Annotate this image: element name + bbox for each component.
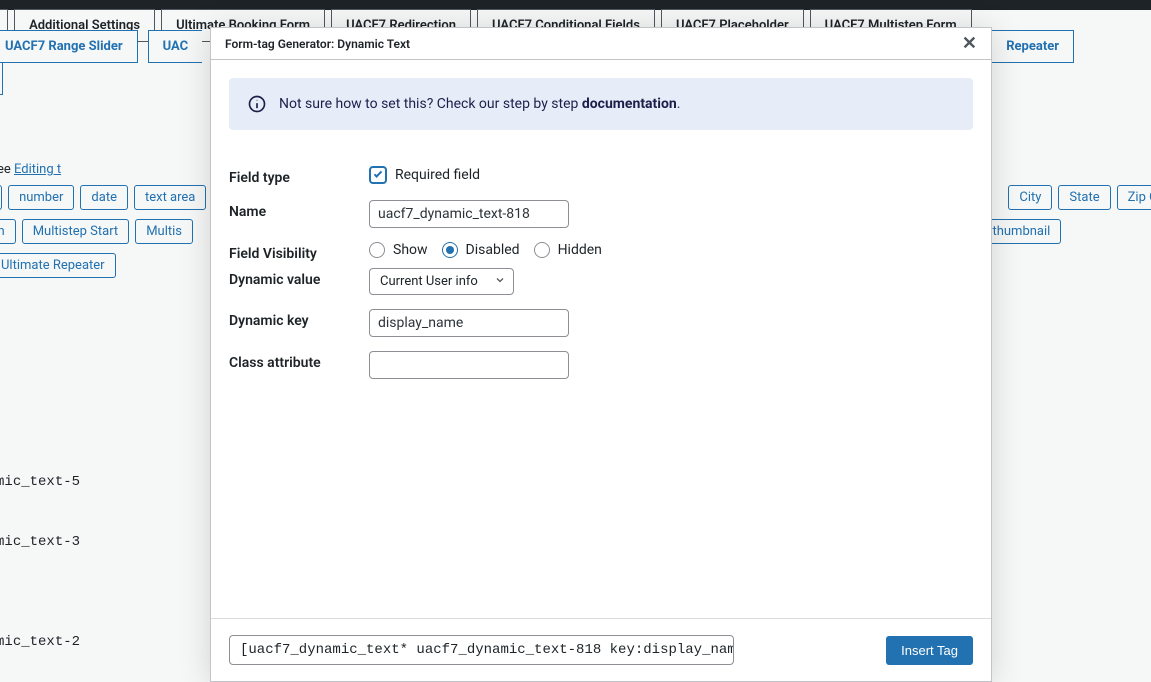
info-icon bbox=[247, 94, 267, 114]
dynamic-value-selected: Current User info bbox=[369, 268, 514, 295]
close-icon[interactable]: ✕ bbox=[962, 35, 977, 53]
name-label: Name bbox=[229, 200, 369, 220]
info-banner: Not sure how to set this? Check our step… bbox=[229, 78, 973, 130]
visibility-show-radio[interactable] bbox=[369, 242, 385, 258]
bg-tabs-3: t Cart bbox=[0, 62, 3, 95]
bg-form-tag-btn[interactable]: Ultimate Repeater bbox=[0, 253, 116, 278]
bg-form-tag-btn[interactable]: Multistep Start bbox=[22, 219, 130, 244]
bg-code-editor[interactable]: </label> col col:6] -col col:6] 7-row] c… bbox=[0, 292, 80, 672]
class-input[interactable] bbox=[369, 351, 569, 379]
info-text: Not sure how to set this? Check our step… bbox=[279, 96, 680, 112]
bg-form-tag-buttons-3: Ultimate Repeater bbox=[0, 253, 116, 278]
required-field-label: Required field bbox=[395, 167, 480, 183]
generated-tag-output[interactable]: [uacf7_dynamic_text* uacf7_dynamic_text-… bbox=[229, 635, 734, 665]
bg-tab[interactable]: UAC bbox=[148, 30, 203, 63]
class-label: Class attribute bbox=[229, 351, 369, 371]
visibility-label: Field Visibility bbox=[229, 242, 369, 262]
checkbox-icon bbox=[369, 166, 387, 184]
dynamic-key-label: Dynamic key bbox=[229, 309, 369, 329]
name-input[interactable] bbox=[369, 200, 569, 228]
bg-form-tag-btn[interactable]: State bbox=[1058, 185, 1110, 210]
dynamic-value-label: Dynamic value bbox=[229, 268, 369, 288]
dialog-body: Not sure how to set this? Check our step… bbox=[211, 60, 991, 389]
bg-form-tag-btn[interactable]: Multis bbox=[135, 219, 193, 244]
bg-form-tag-btn[interactable]: el bbox=[0, 185, 2, 210]
bg-tab[interactable]: t Cart bbox=[0, 62, 3, 95]
documentation-link[interactable]: documentation bbox=[582, 96, 677, 112]
dynamic-value-select[interactable]: Current User info bbox=[369, 268, 514, 295]
bg-hint-text: plate here. For details, see bbox=[0, 162, 14, 177]
bg-form-tag-btn[interactable]: date bbox=[80, 185, 128, 210]
dialog-title: Form-tag Generator: Dynamic Text bbox=[225, 37, 410, 51]
bg-form-tag-btn[interactable]: number bbox=[8, 185, 74, 210]
form-tag-generator-dialog: Form-tag Generator: Dynamic Text ✕ Not s… bbox=[210, 27, 992, 682]
visibility-disabled-label: Disabled bbox=[466, 242, 520, 258]
bg-form-tag-btn[interactable]: City bbox=[1008, 185, 1052, 210]
bg-tab[interactable]: UACF7 Range Slider bbox=[0, 30, 138, 63]
visibility-disabled-radio[interactable] bbox=[442, 242, 458, 258]
form-fields: Field type Required field Name Field Vis… bbox=[229, 166, 973, 379]
bg-hint: plate here. For details, see Editing t bbox=[0, 162, 61, 177]
visibility-show-label: Show bbox=[393, 242, 428, 258]
visibility-hidden-label: Hidden bbox=[558, 242, 602, 258]
dialog-footer: [uacf7_dynamic_text* uacf7_dynamic_text-… bbox=[211, 618, 991, 681]
visibility-radios: Show Disabled Hidden bbox=[369, 242, 973, 258]
insert-tag-button[interactable]: Insert Tag bbox=[886, 636, 973, 665]
bg-form-tag-btn[interactable]: Zip Co bbox=[1117, 185, 1151, 210]
field-type-label: Field type bbox=[229, 166, 369, 186]
visibility-hidden-radio[interactable] bbox=[534, 242, 550, 258]
bg-hint-link[interactable]: Editing t bbox=[14, 162, 61, 177]
dialog-header: Form-tag Generator: Dynamic Text ✕ bbox=[211, 28, 991, 60]
bg-form-tag-btn[interactable]: d column bbox=[0, 219, 16, 244]
bg-tab[interactable]: Repeater bbox=[992, 30, 1074, 63]
dynamic-key-input[interactable] bbox=[369, 309, 569, 337]
bg-form-tag-btn[interactable]: text area bbox=[134, 185, 206, 210]
required-field-checkbox[interactable]: Required field bbox=[369, 166, 973, 184]
